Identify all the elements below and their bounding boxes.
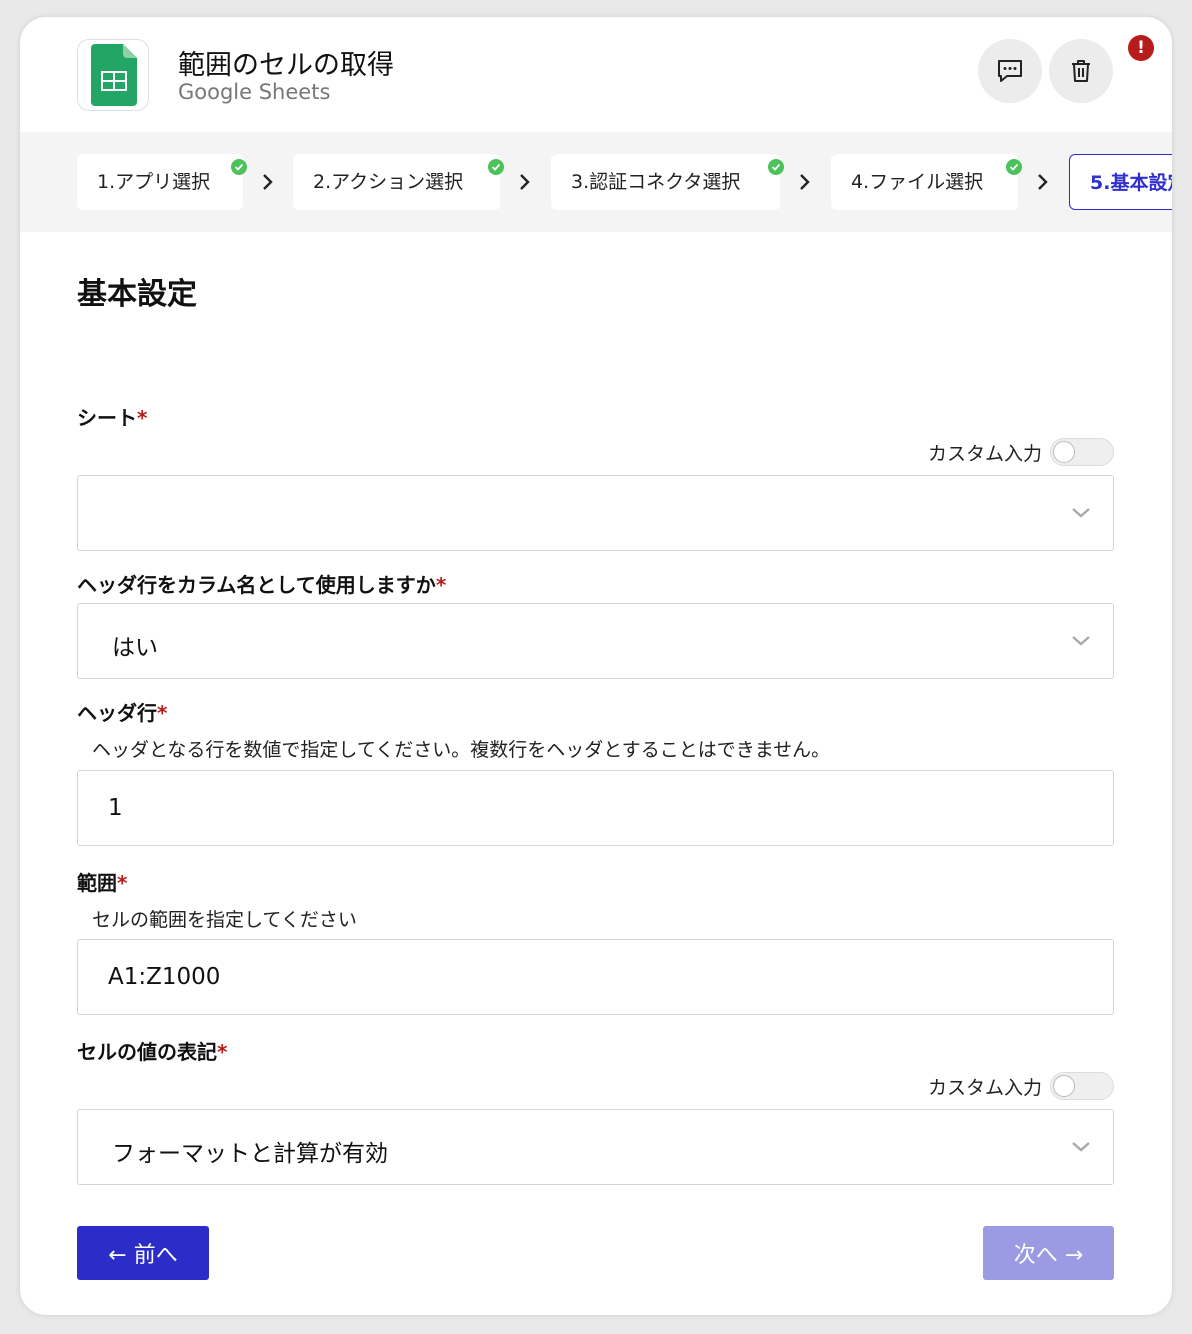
required-mark: * [157,701,168,725]
required-mark: * [217,1040,228,1064]
step-label: 1.アプリ選択 [97,171,211,193]
chevron-down-icon [1072,636,1090,646]
required-mark: * [435,573,447,597]
google-sheets-icon [77,39,149,111]
header-use-value: はい [112,635,158,661]
main-card: 範囲のセルの取得 Google Sheets ! 1.アプリ選択 2.アクション… [20,17,1172,1315]
header-row-label: ヘッダ行* [77,701,168,725]
step-label: 5.基本設定 [1090,172,1172,194]
header-use-label: ヘッダ行をカラム名として使用しますか* [77,573,447,597]
step-connector-select[interactable]: 3.認証コネクタ選択 [551,154,784,210]
chevron-down-icon [1072,1142,1090,1152]
trash-icon [1072,60,1090,82]
chevron-right-icon [1038,174,1048,190]
delete-button[interactable] [1049,39,1113,103]
page-title: 範囲のセルの取得 [178,50,394,81]
header-row-input[interactable]: 1 [77,770,1114,846]
check-icon [1006,159,1022,175]
step-basic-settings[interactable]: 5.基本設定 [1069,154,1172,210]
check-icon [768,159,784,175]
range-description: セルの範囲を指定してください [92,909,357,931]
range-input[interactable]: A1:Z1000 [77,939,1114,1015]
comment-button[interactable] [978,39,1042,103]
prev-button[interactable]: ← 前へ [77,1226,209,1280]
required-mark: * [117,871,128,895]
header-row-description: ヘッダとなる行を数値で指定してください。複数行をヘッダとすることはできません。 [92,739,831,761]
range-label: 範囲* [77,871,128,895]
required-mark: * [137,406,148,430]
step-label: 3.認証コネクタ選択 [571,171,741,193]
sheet-select[interactable] [77,475,1114,551]
step-label: 2.アクション選択 [313,171,464,193]
check-icon [488,159,504,175]
custom-input-label: カスタム入力 [927,442,1042,465]
error-alert-icon[interactable]: ! [1128,35,1154,61]
step-action-select[interactable]: 2.アクション選択 [293,154,504,210]
next-button[interactable]: 次へ → [983,1226,1114,1280]
step-file-select[interactable]: 4.ファイル選択 [831,154,1022,210]
value-render-custom-input: カスタム入力 [928,1071,1114,1101]
check-icon [231,159,247,175]
header-use-select[interactable]: はい [77,603,1114,679]
range-value: A1:Z1000 [108,964,221,990]
value-render-label: セルの値の表記* [77,1040,228,1064]
value-render-value: フォーマットと計算が有効 [112,1141,388,1167]
comment-icon [998,60,1022,82]
value-render-select[interactable]: フォーマットと計算が有効 [77,1109,1114,1185]
sheet-label: シート* [77,406,148,430]
chevron-down-icon [1072,508,1090,518]
custom-input-label: カスタム入力 [927,1076,1042,1099]
step-label: 4.ファイル選択 [851,171,984,193]
step-app-select[interactable]: 1.アプリ選択 [77,154,247,210]
chevron-right-icon [800,174,810,190]
step-navigation: 1.アプリ選択 2.アクション選択 3.認証コネクタ選択 4.ファイル選択 5.… [20,132,1172,232]
header-row-value: 1 [108,795,123,821]
header: 範囲のセルの取得 Google Sheets ! [20,17,1172,132]
sheet-custom-input: カスタム入力 [928,437,1114,467]
value-render-custom-toggle[interactable] [1050,1072,1114,1100]
chevron-right-icon [520,174,530,190]
section-title: 基本設定 [77,277,197,312]
chevron-right-icon [263,174,273,190]
app-name: Google Sheets [178,80,331,104]
sheet-custom-toggle[interactable] [1050,438,1114,466]
